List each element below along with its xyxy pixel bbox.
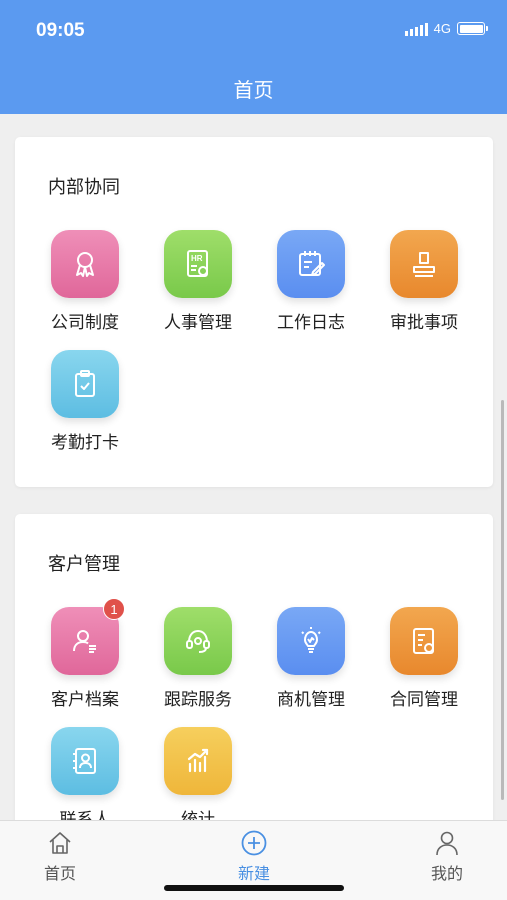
item-label: 商机管理: [277, 690, 345, 710]
status-time: 09:05: [36, 20, 85, 41]
signal-icon: [404, 22, 428, 36]
stamp-icon: [390, 230, 458, 298]
item-label: 工作日志: [277, 313, 345, 333]
item-label: 人事管理: [164, 313, 232, 333]
item-label: 考勤打卡: [51, 433, 119, 453]
tab-label: 首页: [43, 864, 76, 883]
tab-mine[interactable]: 我的: [397, 829, 497, 884]
lightbulb-icon: [277, 607, 345, 675]
app-header: 09:05 4G 首页: [0, 0, 507, 114]
section-internal-collaboration: 内部协同 公司制度 HR 人事管理 工作日志 审批事项 考勤打卡: [15, 137, 493, 487]
item-customer-profiles[interactable]: 1 客户档案: [35, 598, 135, 710]
section-customer-management: 客户管理 1 客户档案 跟踪服务 商机管理 合同管理 联系人 统计: [15, 514, 493, 820]
item-label: 公司制度: [51, 313, 119, 333]
status-indicators: 4G: [404, 21, 488, 36]
item-contacts[interactable]: 联系人: [35, 727, 135, 820]
item-opportunity-management[interactable]: 商机管理: [261, 607, 361, 710]
tab-label: 我的: [430, 864, 463, 883]
tab-home[interactable]: 首页: [10, 829, 110, 884]
hr-document-icon: HR: [164, 230, 232, 298]
item-label: 审批事项: [390, 313, 458, 333]
item-approvals[interactable]: 审批事项: [374, 230, 474, 333]
item-hr-management[interactable]: HR 人事管理: [148, 230, 248, 333]
tab-new[interactable]: 新建: [204, 829, 304, 884]
contract-document-icon: [390, 607, 458, 675]
item-tracking-service[interactable]: 跟踪服务: [148, 607, 248, 710]
svg-text:HR: HR: [191, 254, 203, 263]
battery-icon: [457, 22, 488, 35]
headset-icon: [164, 607, 232, 675]
customer-profile-icon: 1: [51, 598, 125, 675]
page-title: 首页: [233, 78, 274, 102]
item-label: 统计: [181, 810, 215, 820]
item-label: 客户档案: [51, 690, 119, 710]
user-icon: [436, 831, 458, 856]
scrollbar[interactable]: [501, 400, 504, 800]
network-type: 4G: [433, 21, 451, 36]
item-label: 联系人: [59, 810, 111, 820]
item-company-policy[interactable]: 公司制度: [35, 230, 135, 333]
item-contract-management[interactable]: 合同管理: [374, 607, 474, 710]
item-label: 跟踪服务: [164, 690, 232, 710]
notification-badge: 1: [103, 598, 125, 620]
item-statistics[interactable]: 统计: [148, 727, 248, 820]
section-title: 客户管理: [48, 554, 120, 575]
clipboard-check-icon: [51, 350, 119, 418]
award-ribbon-icon: [51, 230, 119, 298]
main-content[interactable]: 内部协同 公司制度 HR 人事管理 工作日志 审批事项 考勤打卡 客户管理 1 …: [0, 114, 507, 820]
home-indicator: [164, 885, 344, 891]
home-icon: [49, 832, 71, 854]
tab-label: 新建: [237, 864, 270, 883]
notepad-edit-icon: [277, 230, 345, 298]
plus-circle-icon: [241, 830, 267, 856]
contact-book-icon: [51, 727, 119, 795]
item-label: 合同管理: [390, 690, 458, 710]
section-title: 内部协同: [48, 177, 120, 198]
bottom-tab-bar: 首页 新建 我的: [0, 820, 507, 900]
item-work-log[interactable]: 工作日志: [261, 230, 361, 333]
item-attendance[interactable]: 考勤打卡: [35, 350, 135, 453]
bar-chart-icon: [164, 727, 232, 795]
